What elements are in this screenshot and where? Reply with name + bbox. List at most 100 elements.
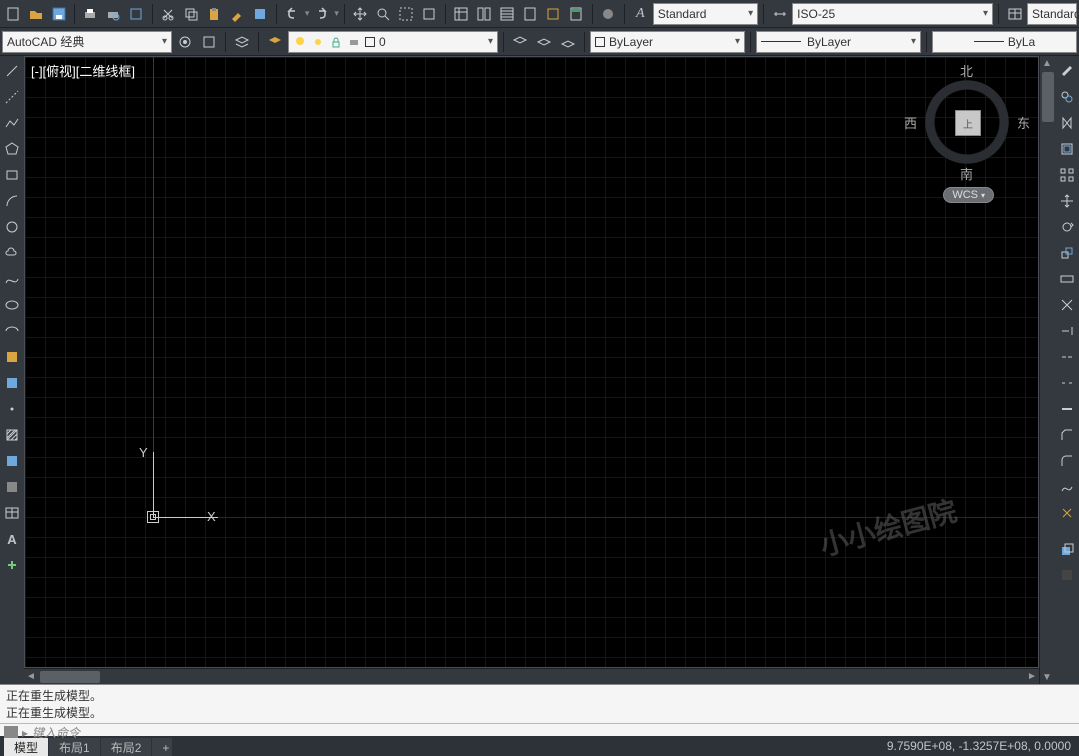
table-icon[interactable] xyxy=(1,502,23,524)
rotate-icon[interactable] xyxy=(1056,216,1078,238)
arc-icon[interactable] xyxy=(1,190,23,212)
move-icon[interactable] xyxy=(1056,190,1078,212)
join-icon[interactable] xyxy=(1056,398,1078,420)
viewcube-south[interactable]: 南 xyxy=(960,164,973,183)
tool-palettes-icon[interactable] xyxy=(497,3,518,25)
line-icon[interactable] xyxy=(1,60,23,82)
workspace-save-icon[interactable] xyxy=(198,31,220,53)
print-icon[interactable] xyxy=(80,3,101,25)
draworder-icon[interactable] xyxy=(1056,538,1078,560)
offset-icon[interactable] xyxy=(1056,138,1078,160)
table-style-dropdown[interactable]: Standard xyxy=(1027,3,1077,25)
copy-obj-icon[interactable] xyxy=(1056,86,1078,108)
paste-icon[interactable] xyxy=(204,3,225,25)
mirror-icon[interactable] xyxy=(1056,112,1078,134)
construction-line-icon[interactable] xyxy=(1,86,23,108)
pan-icon[interactable] xyxy=(350,3,371,25)
calc-icon[interactable] xyxy=(566,3,587,25)
design-center-icon[interactable] xyxy=(474,3,495,25)
scroll-left-icon[interactable]: ◄ xyxy=(24,671,38,683)
explode-icon[interactable] xyxy=(1056,502,1078,524)
scale-icon[interactable] xyxy=(1056,242,1078,264)
blend-icon[interactable] xyxy=(1056,476,1078,498)
table-style-icon[interactable] xyxy=(1004,3,1025,25)
viewcube-top[interactable]: 上 xyxy=(955,110,981,136)
open-icon[interactable] xyxy=(25,3,46,25)
text-style-dropdown[interactable]: Standard▾ xyxy=(653,3,758,25)
region-icon[interactable] xyxy=(1,476,23,498)
viewcube[interactable]: 上 北 南 东 西 xyxy=(922,77,1012,167)
vscroll-thumb[interactable] xyxy=(1042,72,1054,122)
wcs-button[interactable]: WCS▾ xyxy=(943,187,994,203)
insert-block-icon[interactable] xyxy=(1,346,23,368)
lineweight-dropdown[interactable]: ByLa xyxy=(932,31,1077,53)
viewcube-east[interactable]: 东 xyxy=(1017,113,1030,132)
zoom-window-icon[interactable] xyxy=(396,3,417,25)
erase-icon[interactable] xyxy=(1056,60,1078,82)
redo-icon[interactable] xyxy=(311,3,332,25)
add-selected-icon[interactable] xyxy=(1,554,23,576)
break-point-icon[interactable] xyxy=(1056,346,1078,368)
stretch-icon[interactable] xyxy=(1056,268,1078,290)
viewcube-north[interactable]: 北 xyxy=(960,61,973,80)
tab-layout2[interactable]: 布局2 xyxy=(101,738,152,756)
sheet-set-icon[interactable] xyxy=(520,3,541,25)
tab-add[interactable]: + xyxy=(152,738,172,756)
layer-selector[interactable]: 0 ▾ xyxy=(288,31,498,53)
dim-style-dropdown[interactable]: ISO-25▾ xyxy=(792,3,993,25)
workspace-dropdown[interactable]: AutoCAD 经典▾ xyxy=(2,31,172,53)
save-icon[interactable] xyxy=(48,3,69,25)
render-icon[interactable] xyxy=(598,3,619,25)
ellipse-arc-icon[interactable] xyxy=(1,320,23,342)
layers-3-icon[interactable] xyxy=(557,31,579,53)
layers-2-icon[interactable] xyxy=(533,31,555,53)
mtext-icon[interactable]: A xyxy=(1,528,23,550)
layer-state-icon[interactable] xyxy=(264,31,286,53)
new-icon[interactable] xyxy=(2,3,23,25)
scroll-down-icon[interactable]: ▼ xyxy=(1040,670,1054,684)
layer-icon[interactable] xyxy=(231,31,253,53)
block-icon[interactable] xyxy=(250,3,271,25)
zoom-extents-icon[interactable] xyxy=(419,3,440,25)
tab-model[interactable]: 模型 xyxy=(4,738,48,756)
copy-icon[interactable] xyxy=(181,3,202,25)
horizontal-scrollbar[interactable]: ◄ ► xyxy=(24,668,1039,684)
point-icon[interactable] xyxy=(1,398,23,420)
publish-icon[interactable] xyxy=(126,3,147,25)
drawing-canvas[interactable]: [-][俯视][二维线框] Y X 小小绘图院 上 北 南 东 西 WCS▾ xyxy=(24,56,1039,668)
scroll-up-icon[interactable]: ▲ xyxy=(1040,56,1054,70)
ellipse-icon[interactable] xyxy=(1,294,23,316)
revision-cloud-icon[interactable] xyxy=(1,242,23,264)
wipeout-icon[interactable] xyxy=(1056,564,1078,586)
circle-icon[interactable] xyxy=(1,216,23,238)
text-style-icon[interactable]: A xyxy=(630,3,651,25)
break-icon[interactable] xyxy=(1056,372,1078,394)
array-icon[interactable] xyxy=(1056,164,1078,186)
vertical-scrollbar[interactable]: ▲ ▼ xyxy=(1039,56,1055,684)
polygon-icon[interactable] xyxy=(1,138,23,160)
viewcube-west[interactable]: 西 xyxy=(904,113,917,132)
properties-icon[interactable] xyxy=(451,3,472,25)
markup-icon[interactable] xyxy=(543,3,564,25)
print-preview-icon[interactable] xyxy=(103,3,124,25)
layers-1-icon[interactable] xyxy=(509,31,531,53)
extend-icon[interactable] xyxy=(1056,320,1078,342)
match-props-icon[interactable] xyxy=(227,3,248,25)
rectangle-icon[interactable] xyxy=(1,164,23,186)
make-block-icon[interactable] xyxy=(1,372,23,394)
hatch-icon[interactable] xyxy=(1,424,23,446)
view-label[interactable]: [-][俯视][二维线框] xyxy=(31,61,135,80)
undo-icon[interactable] xyxy=(282,3,303,25)
trim-icon[interactable] xyxy=(1056,294,1078,316)
hscroll-thumb[interactable] xyxy=(40,671,100,683)
command-history[interactable]: 正在重生成模型。 正在重生成模型。 xyxy=(0,685,1079,723)
fillet-icon[interactable] xyxy=(1056,450,1078,472)
cut-icon[interactable] xyxy=(158,3,179,25)
zoom-icon[interactable] xyxy=(373,3,394,25)
gradient-icon[interactable] xyxy=(1,450,23,472)
workspace-settings-icon[interactable] xyxy=(174,31,196,53)
scroll-right-icon[interactable]: ► xyxy=(1025,671,1039,683)
polyline-icon[interactable] xyxy=(1,112,23,134)
linetype-dropdown[interactable]: ByLayer▾ xyxy=(756,31,921,53)
spline-icon[interactable] xyxy=(1,268,23,290)
